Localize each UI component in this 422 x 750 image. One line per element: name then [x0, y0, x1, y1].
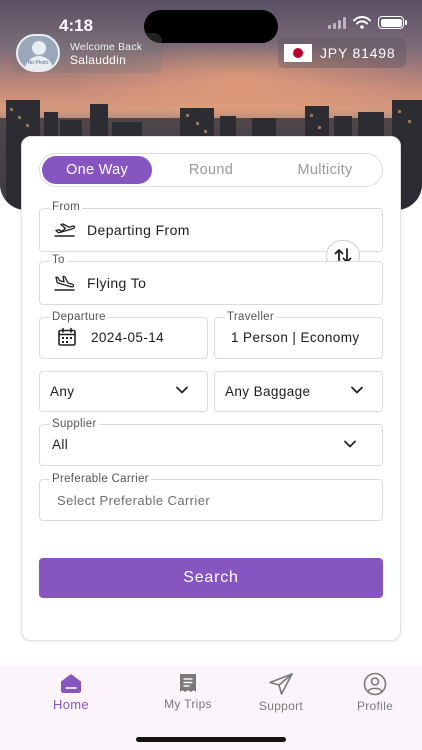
traveller-label: Traveller — [225, 311, 277, 323]
signal-icon — [328, 16, 346, 29]
japan-flag-icon — [284, 44, 312, 62]
battery-icon — [378, 16, 407, 29]
home-indicator — [136, 737, 286, 742]
from-input[interactable]: Departing From — [87, 222, 190, 238]
home-icon — [61, 674, 81, 693]
tab-multicity[interactable]: Multicity — [270, 156, 380, 184]
receipt-icon — [180, 674, 196, 692]
chevron-down-icon — [344, 440, 356, 448]
username: Salauddin — [70, 53, 127, 67]
carrier-input[interactable]: Select Preferable Carrier — [57, 493, 210, 508]
search-button[interactable]: Search — [39, 558, 383, 598]
nav-support[interactable]: Support — [241, 672, 321, 713]
chevron-down-icon — [176, 386, 188, 394]
tab-round[interactable]: Round — [158, 156, 264, 184]
baggage-value: Any Baggage — [225, 384, 311, 399]
avatar[interactable]: No Photo — [16, 34, 60, 72]
departure-date: 2024-05-14 — [91, 330, 165, 345]
chevron-down-icon — [351, 386, 363, 394]
calendar-icon — [58, 327, 76, 346]
traveller-value: 1 Person | Economy — [231, 330, 360, 345]
tab-one-way[interactable]: One Way — [42, 156, 152, 184]
departure-label: Departure — [50, 311, 108, 323]
to-input[interactable]: Flying To — [87, 275, 146, 291]
avatar-caption: No Photo — [27, 60, 49, 66]
stops-value: Any — [50, 384, 75, 399]
supplier-dropdown[interactable] — [39, 424, 383, 466]
welcome-text: Welcome Back — [70, 41, 143, 53]
supplier-value: All — [52, 437, 69, 452]
nav-my-trips-label: My Trips — [164, 697, 212, 711]
plane-arrival-icon — [54, 275, 75, 291]
dynamic-island — [144, 10, 278, 43]
nav-my-trips[interactable]: My Trips — [148, 672, 228, 711]
status-icons — [328, 16, 407, 29]
from-label: From — [50, 201, 83, 213]
nav-home-label: Home — [53, 697, 89, 712]
nav-support-label: Support — [258, 699, 304, 713]
nav-home[interactable]: Home — [31, 672, 111, 712]
nav-profile-label: Profile — [356, 699, 394, 713]
nav-profile[interactable]: Profile — [335, 672, 415, 713]
user-circle-icon — [363, 672, 387, 696]
wifi-icon — [353, 16, 371, 29]
paper-plane-icon — [269, 673, 293, 695]
flight-search-screen: 4:18 No Photo Welcome Back Salauddin JPY… — [0, 0, 422, 750]
supplier-label: Supplier — [50, 418, 99, 430]
to-label: To — [50, 254, 67, 266]
carrier-label: Preferable Carrier — [50, 473, 151, 485]
currency-amount: JPY 81498 — [320, 45, 396, 61]
plane-departure-icon — [54, 223, 76, 237]
